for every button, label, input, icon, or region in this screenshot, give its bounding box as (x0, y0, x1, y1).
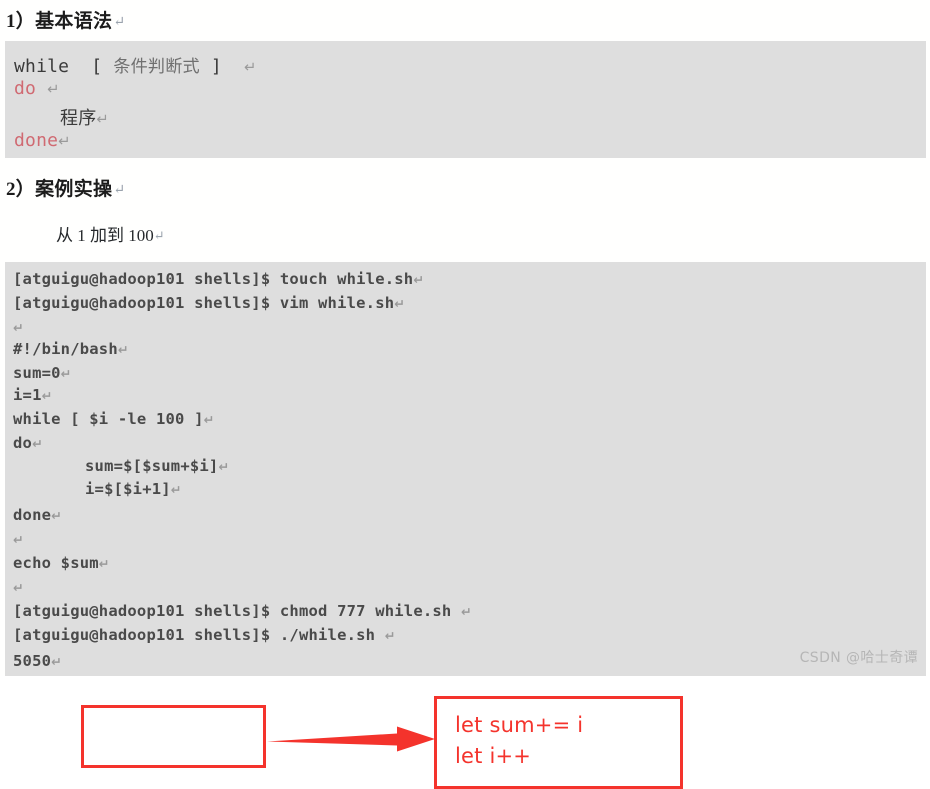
pilcrow-mark: ↵ (47, 81, 60, 98)
demo-code-line: ↵ (13, 578, 24, 596)
demo-code-line: do↵ (13, 434, 43, 452)
demo-code-line-text: [atguigu@hadoop101 shells]$ chmod 777 wh… (13, 602, 461, 620)
pilcrow-mark: ↵ (51, 654, 62, 669)
pilcrow-mark: ↵ (117, 342, 129, 357)
demo-code-line-text: sum=$[$sum+$i] (85, 457, 219, 475)
syntax-line-while: while [ 条件判断式 ] ↵ (14, 52, 257, 77)
section-heading-1: 1）基本语法↵ (6, 6, 125, 33)
pilcrow-mark: ↵ (413, 272, 425, 287)
syntax-line-4-prefix: done (14, 130, 59, 151)
arrow-right-icon (267, 726, 435, 752)
section-heading-1-index: 1） (6, 11, 36, 32)
demo-code-line: ↵ (13, 318, 24, 336)
demo-code-line-text: 5050 (13, 652, 52, 670)
demo-code-line: i=$[$i+1]↵ (85, 480, 182, 498)
demo-code-line: [atguigu@hadoop101 shells]$ touch while.… (13, 270, 424, 288)
demo-code-line: #!/bin/bash↵ (13, 340, 129, 358)
syntax-line-3-cjk: 程序 (60, 108, 97, 128)
syntax-line-1-cjk: 条件判断式 (113, 57, 200, 77)
section-heading-2: 2）案例实操↵ (6, 174, 125, 201)
pilcrow-mark: ↵ (41, 388, 53, 403)
pilcrow-mark: ↵ (13, 320, 24, 335)
pilcrow-mark: ↵ (243, 59, 257, 76)
demo-code-line: sum=$[$sum+$i]↵ (85, 457, 229, 475)
demo-code-line-text: echo $sum (13, 554, 99, 572)
syntax-line-1-suffix: ] (199, 56, 244, 77)
syntax-line-done: done↵ (14, 130, 71, 151)
pilcrow-mark: ↵ (153, 228, 165, 243)
pilcrow-mark: ↵ (13, 532, 24, 547)
demo-code-line: sum=0↵ (13, 364, 72, 382)
pilcrow-mark: ↵ (98, 556, 110, 571)
pilcrow-mark: ↵ (461, 604, 472, 619)
watermark: CSDN @哈士奇谭 (799, 650, 918, 666)
pilcrow-mark: ↵ (218, 459, 230, 474)
demo-code-line-text: do (13, 434, 33, 452)
demo-code-line: [atguigu@hadoop101 shells]$ vim while.sh… (13, 294, 405, 312)
annotation-box: let sum+= i let i++ (434, 696, 683, 789)
code-highlight-box (81, 705, 266, 768)
demo-code-panel: [atguigu@hadoop101 shells]$ touch while.… (5, 262, 926, 789)
demo-code-line-text: i=$[$i+1] (85, 480, 171, 498)
section-heading-2-index: 2） (6, 179, 36, 200)
task-description-text: 从 1 加到 100 (56, 226, 154, 245)
pilcrow-mark: ↵ (203, 412, 215, 427)
demo-code-line-text: [atguigu@hadoop101 shells]$ vim while.sh (13, 294, 395, 312)
demo-code-line-text: [atguigu@hadoop101 shells]$ ./while.sh (13, 626, 385, 644)
pilcrow-mark: ↵ (60, 366, 72, 381)
section-heading-1-text: 基本语法 (35, 11, 113, 32)
syntax-line-do: do ↵ (14, 78, 60, 99)
syntax-line-2-prefix: do (14, 78, 48, 99)
pilcrow-mark: ↵ (384, 628, 396, 643)
task-description: 从 1 加到 100↵ (56, 221, 165, 246)
demo-code-line-text: sum=0 (13, 364, 61, 382)
demo-code-line-text: while [ $i -le 100 ] (13, 410, 204, 428)
pilcrow-mark: ↵ (113, 183, 126, 198)
demo-code-line: done↵ (13, 506, 62, 524)
demo-code-line-text: [atguigu@hadoop101 shells]$ touch while.… (13, 270, 414, 288)
demo-code-line: 5050↵ (13, 652, 62, 670)
demo-code-line: echo $sum↵ (13, 554, 110, 572)
demo-code-line: ↵ (13, 530, 24, 548)
demo-code-line-text: i=1 (13, 386, 42, 404)
demo-code-line: i=1↵ (13, 386, 52, 404)
syntax-code-panel: while [ 条件判断式 ] ↵ do ↵ 程序↵ done↵ (5, 41, 926, 158)
pilcrow-mark: ↵ (394, 296, 406, 311)
annotation-line-1: let sum+= i (455, 713, 584, 737)
pilcrow-mark: ↵ (13, 580, 24, 595)
pilcrow-mark: ↵ (32, 436, 43, 451)
pilcrow-mark: ↵ (113, 15, 126, 30)
demo-code-line-text: #!/bin/bash (13, 340, 118, 358)
document-page: 1）基本语法↵ while [ 条件判断式 ] ↵ do ↵ 程序↵ done↵… (0, 0, 930, 789)
section-heading-2-text: 案例实操 (35, 179, 113, 200)
pilcrow-mark: ↵ (51, 508, 62, 523)
pilcrow-mark: ↵ (96, 111, 109, 128)
syntax-line-body: 程序↵ (60, 104, 109, 130)
demo-code-line-text: done (13, 506, 52, 524)
demo-code-line: [atguigu@hadoop101 shells]$ ./while.sh ↵ (13, 626, 396, 644)
annotation-line-2: let i++ (455, 744, 532, 768)
demo-code-line: while [ $i -le 100 ]↵ (13, 410, 215, 428)
syntax-line-1-prefix: while [ (14, 56, 114, 77)
pilcrow-mark: ↵ (58, 133, 71, 150)
demo-code-line: [atguigu@hadoop101 shells]$ chmod 777 wh… (13, 602, 472, 620)
pilcrow-mark: ↵ (170, 482, 182, 497)
